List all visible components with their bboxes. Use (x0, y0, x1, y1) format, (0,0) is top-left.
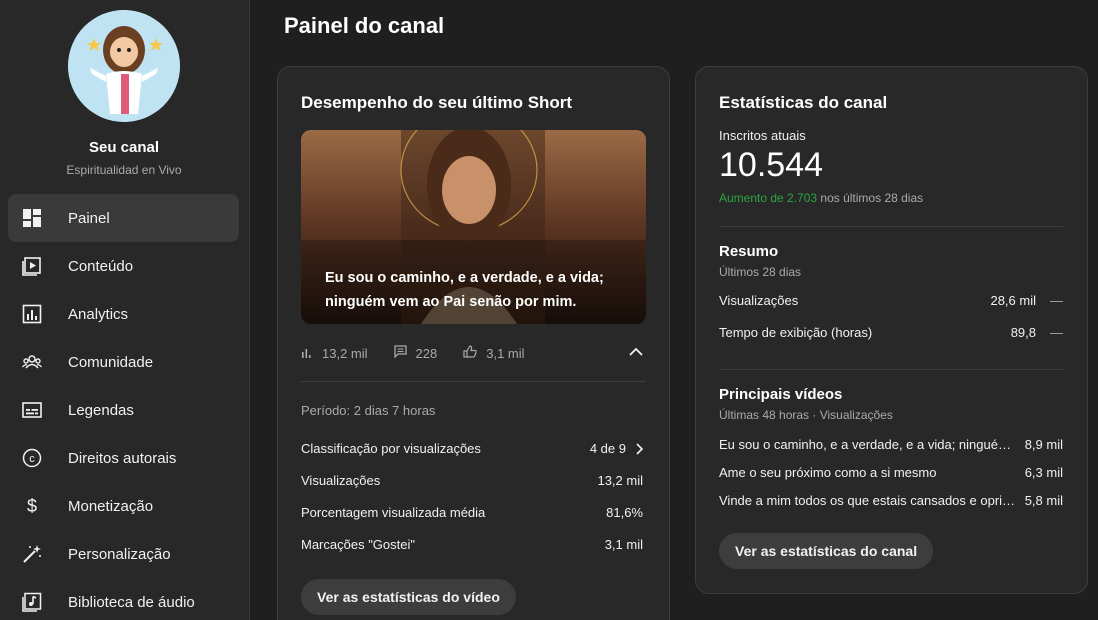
sidebar-item-direitos-autorais[interactable]: c Direitos autorais (8, 434, 239, 482)
subscribers-growth: Aumento de 2.703 nos últimos 28 dias (719, 191, 923, 205)
thumbs-up-icon (463, 345, 486, 361)
row-value: 4 de 9 (589, 441, 626, 456)
subtitles-icon (22, 400, 42, 420)
card-title: Estatísticas do canal (719, 93, 888, 112)
row-value: 13,2 mil (597, 473, 643, 488)
dollar-icon: $ (22, 496, 42, 516)
row-label: Classificação por visualizações (301, 441, 481, 456)
video-views: 6,3 mil (1024, 465, 1063, 480)
subscribers-label: Inscritos atuais (719, 128, 806, 143)
chevron-right-icon (635, 442, 643, 455)
channel-avatar[interactable] (68, 10, 180, 122)
sidebar-item-label: Legendas (68, 401, 134, 419)
growth-value: Aumento de 2.703 (719, 191, 818, 205)
row-value: 28,6 mil (990, 293, 1036, 308)
growth-period: nos últimos 28 dias (817, 191, 924, 205)
summary-views-row: Visualizações 28,6 mil — (719, 293, 1063, 308)
sidebar-item-label: Biblioteca de áudio (68, 593, 195, 611)
content-icon (22, 256, 42, 276)
divider (301, 381, 646, 382)
sidebar-item-comunidade[interactable]: Comunidade (8, 338, 239, 386)
sidebar-item-label: Monetização (68, 497, 154, 515)
sidebar-nav: Painel Conteúdo Analytics Comunidade Leg… (8, 194, 239, 620)
channel-stats-card: Estatísticas do canal Inscritos atuais 1… (695, 66, 1088, 594)
sidebar-item-monetizacao[interactable]: $ Monetização (8, 482, 239, 530)
audio-library-icon (22, 592, 42, 612)
sidebar-item-label: Conteúdo (68, 257, 134, 275)
dashboard-icon (22, 208, 42, 228)
summary-watchtime-row: Tempo de exibição (horas) 89,8 — (719, 325, 1063, 340)
video-views: 5,8 mil (1024, 493, 1063, 508)
comment-icon (393, 345, 416, 361)
views-metric: 13,2 mil (301, 346, 368, 361)
row-label: Marcações "Gostei" (301, 537, 415, 552)
sidebar-item-label: Direitos autorais (68, 449, 177, 467)
comments-metric: 228 (393, 345, 438, 361)
video-title: Eu sou o caminho, e a verdade, e a vida;… (719, 437, 1017, 452)
trend-indicator: — (1050, 325, 1063, 340)
top-video-row[interactable]: Ame o seu próximo como a si mesmo 6,3 mi… (719, 465, 1063, 480)
svg-text:c: c (29, 453, 35, 465)
views-row: Visualizações 13,2 mil (301, 473, 643, 488)
bar-chart-icon (301, 346, 322, 361)
latest-short-card: Desempenho do seu último Short Eu sou o … (277, 66, 670, 620)
short-metrics: 13,2 mil 228 3,1 mil (301, 343, 646, 363)
video-stats-button[interactable]: Ver as estatísticas do vídeo (301, 579, 516, 615)
row-value: 81,6% (606, 505, 643, 520)
top-videos-subtitle: Últimas 48 horas · Visualizações (719, 408, 893, 422)
sidebar-item-analytics[interactable]: Analytics (8, 290, 239, 338)
sidebar-item-label: Personalização (68, 545, 171, 563)
page-title: Painel do canal (284, 13, 445, 38)
sidebar: Seu canal Espiritualidad en Vivo Painel … (0, 0, 250, 620)
sidebar-item-label: Analytics (68, 305, 129, 323)
thumbnail-caption: Eu sou o caminho, e a verdade, e a vida;… (325, 270, 604, 310)
trend-indicator: — (1050, 293, 1063, 308)
top-video-row[interactable]: Vinde a mim todos os que estais cansados… (719, 493, 1063, 508)
magic-wand-icon (22, 544, 42, 564)
channel-stats-button[interactable]: Ver as estatísticas do canal (719, 533, 934, 569)
video-title: Vinde a mim todos os que estais cansados… (719, 493, 1017, 508)
likes-count: 3,1 mil (486, 345, 525, 361)
channel-name: Espiritualidad en Vivo (66, 163, 182, 177)
row-label: Tempo de exibição (horas) (719, 325, 873, 340)
row-value: 3,1 mil (604, 537, 643, 552)
row-label: Visualizações (719, 293, 799, 308)
top-videos-title: Principais vídeos (719, 386, 843, 403)
row-label: Porcentagem visualizada média (301, 505, 486, 520)
chevron-up-icon (628, 345, 644, 360)
divider (719, 369, 1063, 370)
analytics-icon (22, 304, 42, 324)
short-thumbnail[interactable]: Eu sou o caminho, e a verdade, e a vida;… (301, 130, 646, 324)
summary-subtitle: Últimos 28 dias (719, 265, 802, 279)
top-video-row[interactable]: Eu sou o caminho, e a verdade, e a vida;… (719, 437, 1063, 452)
community-icon (22, 352, 42, 372)
period-label: Período: 2 dias 7 horas (301, 403, 436, 418)
views-count: 13,2 mil (322, 345, 368, 361)
video-views: 8,9 mil (1024, 437, 1063, 452)
collapse-button[interactable] (628, 345, 644, 360)
rank-row[interactable]: Classificação por visualizações 4 de 9 (301, 441, 643, 456)
likes-metric: 3,1 mil (463, 345, 525, 361)
summary-title: Resumo (719, 243, 779, 260)
likes-row: Marcações "Gostei" 3,1 mil (301, 537, 643, 552)
channel-title: Seu canal (88, 139, 160, 156)
card-title: Desempenho do seu último Short (301, 93, 573, 112)
sidebar-item-conteudo[interactable]: Conteúdo (8, 242, 239, 290)
row-value: 89,8 (1010, 325, 1036, 340)
copyright-icon: c (22, 448, 42, 468)
comments-count: 228 (415, 345, 438, 361)
divider (719, 226, 1063, 227)
sidebar-item-biblioteca-de-audio[interactable]: Biblioteca de áudio (8, 578, 239, 620)
avg-viewed-row: Porcentagem visualizada média 81,6% (301, 505, 643, 520)
row-label: Visualizações (301, 473, 381, 488)
sidebar-item-personalizacao[interactable]: Personalização (8, 530, 239, 578)
sidebar-item-legendas[interactable]: Legendas (8, 386, 239, 434)
sidebar-item-label: Comunidade (68, 353, 154, 371)
video-title: Ame o seu próximo como a si mesmo (719, 465, 937, 480)
svg-text:$: $ (27, 496, 37, 516)
subscribers-count: 10.544 (719, 146, 823, 184)
sidebar-item-painel[interactable]: Painel (8, 194, 239, 242)
sidebar-item-label: Painel (68, 209, 110, 227)
